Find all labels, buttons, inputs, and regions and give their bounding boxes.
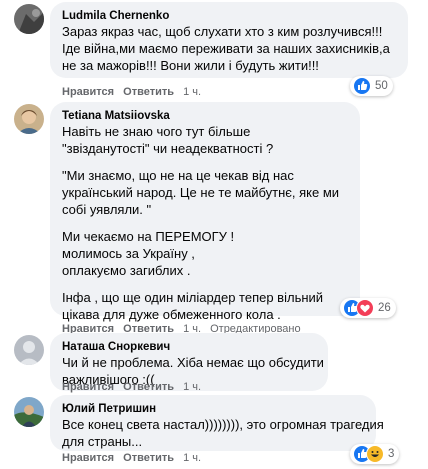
- love-icon: [356, 299, 374, 317]
- haha-icon: [366, 445, 384, 463]
- comment-text-line: Зараз якраз час, щоб слухати хто з ким р…: [62, 24, 383, 39]
- comment-text-line: цікава для дуже обмеженного кола .: [62, 307, 281, 322]
- comment-author[interactable]: Юлий Петришин: [62, 402, 364, 416]
- reaction-count: 50: [375, 80, 388, 92]
- comment-text-line: "звізданутості" чи неадекватності ?: [62, 141, 274, 156]
- reply-action[interactable]: Ответить: [123, 452, 174, 464]
- comment-text-line: не за мажорів!!! Вони жили і будуть жити…: [62, 58, 319, 73]
- avatar[interactable]: [14, 335, 44, 365]
- timestamp[interactable]: 1 ч.: [183, 381, 201, 393]
- reply-action[interactable]: Ответить: [123, 86, 174, 98]
- comment-bubble: Ludmila Chernenko Зараз якраз час, щоб с…: [50, 2, 408, 78]
- comment-bubble: Tetiana Matsiiovska Навіть не знаю чого …: [50, 102, 360, 322]
- comment-text-line: "Ми знаємо, що не на це чекав від нас: [62, 168, 294, 183]
- comment-text-line: Навіть не знаю чого тут більше: [62, 124, 251, 139]
- comment-author[interactable]: Tetiana Matsiiovska: [62, 109, 348, 123]
- like-icon: [353, 77, 371, 95]
- comment-bubble: Юлий Петришин Все конец света настал))))…: [50, 395, 384, 451]
- timestamp[interactable]: 1 ч.: [183, 86, 201, 98]
- comment-text-line: оплакуємо загиблих .: [62, 263, 191, 278]
- reaction-summary[interactable]: 3: [350, 444, 400, 464]
- avatar[interactable]: [14, 397, 44, 427]
- comment-text-line: Інфа , що ще один міліардер тепер вільни…: [62, 290, 324, 305]
- like-action[interactable]: Нравится: [62, 86, 114, 98]
- like-action[interactable]: Нравится: [62, 381, 114, 393]
- reaction-summary[interactable]: 50: [350, 76, 393, 96]
- reaction-summary[interactable]: 26: [340, 298, 396, 318]
- comment-text-line: Іде війна,ми маємо переживати за наших з…: [62, 41, 390, 56]
- timestamp[interactable]: 1 ч.: [183, 452, 201, 464]
- comment-text-line: для страны...: [62, 434, 143, 449]
- reply-action[interactable]: Ответить: [123, 381, 174, 393]
- comment-text-line: собі уявляли. ": [62, 202, 152, 217]
- comment-author[interactable]: Наташа Сноркевич: [62, 340, 316, 354]
- avatar[interactable]: [14, 4, 44, 34]
- comment-text-line: Все конец света настал)))))))), это огро…: [62, 417, 384, 432]
- avatar[interactable]: [14, 104, 44, 134]
- reaction-count: 26: [378, 302, 391, 314]
- comment-actions: Нравится Ответить 1 ч.: [62, 381, 207, 393]
- comment-text-line: Ми чекаємо на ПЕРЕМОГУ !: [62, 229, 235, 244]
- comment-actions: Нравится Ответить 1 ч.: [62, 86, 207, 98]
- like-action[interactable]: Нравится: [62, 452, 114, 464]
- comment-text-line: молимось за Україну ,: [62, 246, 195, 261]
- comment-author[interactable]: Ludmila Chernenko: [62, 9, 396, 23]
- comment-text-line: український народ. Це не те майбутнє, як…: [62, 185, 340, 200]
- comment-actions: Нравится Ответить 1 ч.: [62, 452, 207, 464]
- comment-text-line: Чи й не проблема. Хіба немає що обсудити: [62, 355, 324, 370]
- reaction-count: 3: [388, 448, 395, 460]
